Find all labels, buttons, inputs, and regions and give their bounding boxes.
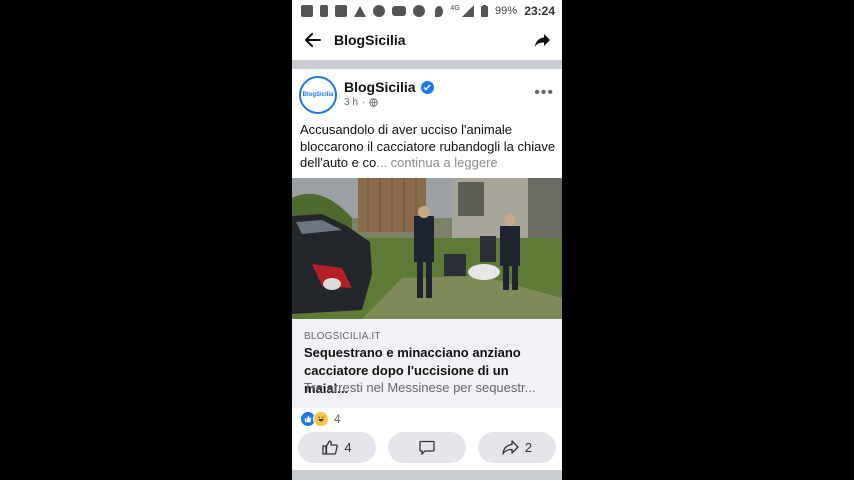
post-meta: 3 h · bbox=[344, 97, 378, 108]
thumbs-up-icon bbox=[322, 440, 339, 455]
message-icon bbox=[301, 5, 313, 17]
battery-icon bbox=[480, 5, 488, 17]
post-body: Accusandolo di aver ucciso l'animale blo… bbox=[300, 122, 556, 172]
reactions-summary[interactable]: 4 bbox=[300, 411, 341, 427]
back-button[interactable] bbox=[303, 30, 323, 50]
like-count: 4 bbox=[344, 440, 352, 455]
avatar-logo-text: BlogSicilia bbox=[302, 92, 334, 98]
network-type: 4G bbox=[450, 4, 460, 12]
system-status: 4G 99% 23:24 bbox=[435, 4, 555, 18]
share-button[interactable] bbox=[532, 30, 552, 50]
comment-button[interactable] bbox=[388, 432, 466, 463]
top-app-bar: BlogSicilia bbox=[292, 22, 562, 58]
upload-icon bbox=[320, 5, 328, 17]
back-arrow-icon bbox=[305, 33, 321, 47]
youtube-icon bbox=[392, 6, 406, 16]
link-description: Tre arresti nel Messinese per sequestr..… bbox=[304, 380, 536, 395]
battery-percent: 99% bbox=[494, 5, 518, 17]
more-options-icon[interactable]: ••• bbox=[534, 84, 554, 102]
section-divider bbox=[292, 60, 562, 69]
section-divider-bottom bbox=[292, 470, 562, 480]
location-icon bbox=[435, 5, 444, 17]
notification-icons bbox=[301, 5, 425, 17]
comment-icon bbox=[419, 440, 435, 455]
messenger-icon bbox=[373, 5, 385, 17]
avatar[interactable]: BlogSicilia bbox=[299, 76, 337, 114]
chrome-icon bbox=[413, 5, 425, 17]
haha-reaction-icon bbox=[313, 411, 329, 427]
facebook-icon bbox=[335, 5, 347, 17]
share-count: 2 bbox=[524, 440, 533, 455]
share-arrow-icon bbox=[502, 440, 519, 455]
post-author[interactable]: BlogSicilia bbox=[344, 79, 434, 95]
warning-icon bbox=[354, 5, 366, 17]
share-icon bbox=[534, 33, 550, 47]
author-name[interactable]: BlogSicilia bbox=[344, 79, 416, 95]
clock: 23:24 bbox=[524, 4, 555, 18]
globe-icon bbox=[369, 98, 378, 107]
post-photo[interactable] bbox=[292, 178, 562, 319]
phone-screen: 4G 99% 23:24 BlogSicilia BlogSicilia Blo… bbox=[292, 0, 562, 480]
post-actions: 4 2 bbox=[298, 432, 556, 464]
post-header: BlogSicilia BlogSicilia 3 h · ••• bbox=[292, 72, 562, 120]
link-domain: BLOGSICILIA.IT bbox=[304, 331, 381, 342]
signal-icon bbox=[461, 5, 474, 17]
reaction-count: 4 bbox=[334, 412, 341, 426]
like-button[interactable]: 4 bbox=[298, 432, 376, 463]
share-post-button[interactable]: 2 bbox=[478, 432, 556, 463]
link-preview-card[interactable]: BLOGSICILIA.IT Sequestrano e minacciano … bbox=[292, 319, 562, 408]
page-title: BlogSicilia bbox=[334, 32, 406, 48]
continue-reading-link[interactable]: ... continua a leggere bbox=[376, 155, 497, 170]
verified-badge-icon bbox=[420, 80, 434, 94]
post-time[interactable]: 3 h bbox=[344, 97, 358, 108]
status-bar: 4G 99% 23:24 bbox=[292, 0, 562, 22]
